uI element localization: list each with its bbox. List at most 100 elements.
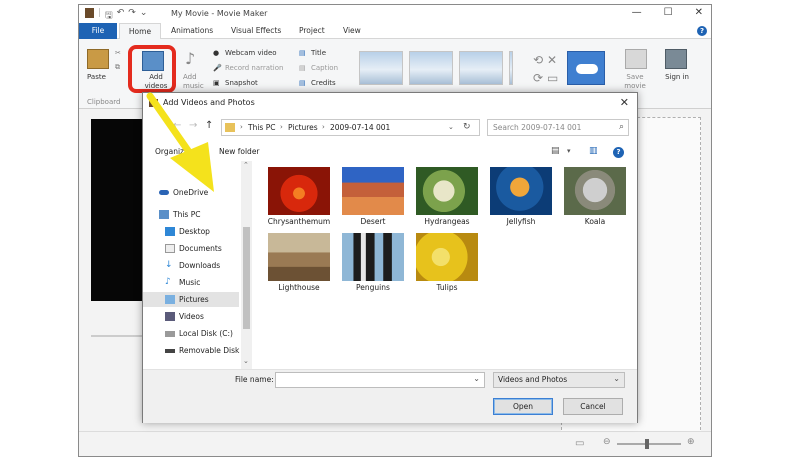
add-music-button[interactable]: Add music <box>183 73 204 91</box>
removable-disk-icon <box>165 349 175 353</box>
minimize-icon[interactable]: — <box>632 7 642 18</box>
file-item-penguins[interactable]: Penguins <box>339 227 407 292</box>
scrollbar-thumb[interactable] <box>243 227 250 329</box>
credits-icon[interactable]: ▤ <box>299 79 306 87</box>
dialog-help-icon[interactable]: ? <box>613 147 624 158</box>
scroll-up-icon[interactable]: ⌃ <box>243 161 249 169</box>
select-all-icon[interactable]: ▭ <box>547 71 558 85</box>
onedrive-share-icon[interactable] <box>567 51 605 85</box>
new-folder-button[interactable]: New folder <box>219 147 260 156</box>
nav-item-desktop[interactable]: Desktop <box>143 224 239 239</box>
cut-icon[interactable]: ✂ <box>115 49 121 57</box>
storyboard-view-icon[interactable]: ▭ <box>575 438 584 449</box>
music-note-icon[interactable]: ♪ <box>185 49 195 68</box>
caption-icon[interactable]: ▤ <box>299 64 306 72</box>
file-item-chrysanthemum[interactable]: Chrysanthemum <box>265 161 333 226</box>
microphone-icon[interactable]: 🎤 <box>213 64 222 72</box>
view-options-icon[interactable]: ▤ <box>551 146 560 156</box>
sign-in-icon[interactable] <box>665 49 687 69</box>
forward-icon[interactable]: → <box>189 120 197 131</box>
file-item-tulips[interactable]: Tulips <box>413 227 481 292</box>
file-type-dropdown-icon[interactable]: ⌄ <box>613 374 620 383</box>
file-item-hydrangeas[interactable]: Hydrangeas <box>413 161 481 226</box>
file-item-lighthouse[interactable]: Lighthouse <box>265 227 333 292</box>
zoom-out-icon[interactable]: ⊖ <box>603 437 611 447</box>
tab-project[interactable]: Project <box>299 26 325 35</box>
dialog-close-icon[interactable]: ✕ <box>620 96 629 109</box>
redo-icon[interactable]: ↷ <box>128 8 136 24</box>
preview-pane-icon[interactable]: ▥ <box>589 146 598 156</box>
nav-item-onedrive[interactable]: OneDrive <box>143 185 239 200</box>
nav-item-music[interactable]: ♪ Music <box>143 275 239 290</box>
snapshot-icon[interactable]: ▣ <box>213 79 220 87</box>
paste-icon[interactable] <box>87 49 109 69</box>
refresh-icon[interactable]: ↻ <box>463 122 471 132</box>
zoom-slider-thumb[interactable] <box>645 439 649 449</box>
nav-item-local-disk[interactable]: Local Disk (C:) <box>143 326 239 341</box>
caption-button[interactable]: Caption <box>311 64 338 72</box>
webcam-video-button[interactable]: Webcam video <box>225 49 277 57</box>
file-item-koala[interactable]: Koala <box>561 161 629 226</box>
close-icon[interactable]: ✕ <box>695 7 703 18</box>
file-type-select[interactable]: Videos and Photos ⌄ <box>493 372 625 388</box>
maximize-icon[interactable]: ☐ <box>664 7 673 18</box>
sign-in-button[interactable]: Sign in <box>665 73 689 82</box>
organize-button[interactable]: Organize <box>155 147 189 156</box>
tab-home[interactable]: Home <box>119 23 161 40</box>
breadcrumb-this-pc[interactable]: This PC <box>248 123 275 132</box>
tab-file[interactable]: File <box>79 23 117 39</box>
breadcrumb-folder[interactable]: 2009-07-14 001 <box>330 123 390 132</box>
address-bar[interactable]: › This PC › Pictures › 2009-07-14 001 ⌄ … <box>221 119 480 136</box>
automovie-theme-1[interactable] <box>359 51 403 85</box>
navigation-scrollbar[interactable]: ⌃ ⌄ <box>241 161 252 369</box>
snapshot-button[interactable]: Snapshot <box>225 79 258 87</box>
file-item-desert[interactable]: Desert <box>339 161 407 226</box>
separator: | <box>98 8 102 18</box>
cancel-button[interactable]: Cancel <box>563 398 623 415</box>
view-dropdown-icon[interactable]: ▾ <box>567 147 571 155</box>
save-movie-icon[interactable] <box>625 49 647 69</box>
customize-icon[interactable]: ⌄ <box>140 8 148 24</box>
file-item-jellyfish[interactable]: Jellyfish <box>487 161 555 226</box>
nav-item-pictures[interactable]: Pictures <box>143 292 239 307</box>
search-icon[interactable]: ⌕ <box>619 122 624 132</box>
tab-visual-effects[interactable]: Visual Effects <box>231 26 281 35</box>
command-bar: Organize ▾ New folder ▤ ▾ ▥ ? <box>143 143 637 161</box>
scroll-down-icon[interactable]: ⌄ <box>243 357 249 365</box>
zoom-slider[interactable] <box>617 443 681 445</box>
credits-button[interactable]: Credits <box>311 79 336 87</box>
rotate-right-icon[interactable]: ⟳ <box>533 71 543 85</box>
save-movie-button[interactable]: Save movie <box>621 73 649 91</box>
zoom-in-icon[interactable]: ⊕ <box>687 437 695 447</box>
title-icon[interactable]: ▤ <box>299 49 306 57</box>
nav-item-downloads[interactable]: ↓ Downloads <box>143 258 239 273</box>
nav-item-removable-disk[interactable]: Removable Disk <box>143 343 239 358</box>
paste-label[interactable]: Paste <box>87 73 106 81</box>
save-icon[interactable]: 🖫 <box>105 8 113 24</box>
automovie-theme-2[interactable] <box>409 51 453 85</box>
remove-icon[interactable]: ✕ <box>547 53 557 67</box>
automovie-theme-3[interactable] <box>459 51 503 85</box>
automovie-theme-more[interactable] <box>509 51 513 85</box>
record-narration-button[interactable]: Record narration <box>225 64 283 72</box>
back-icon[interactable]: ← <box>173 120 181 131</box>
nav-item-this-pc[interactable]: This PC <box>143 207 239 222</box>
file-name-input[interactable]: ⌄ <box>275 372 485 388</box>
breadcrumb-pictures[interactable]: Pictures <box>288 123 318 132</box>
title-button[interactable]: Title <box>311 49 326 57</box>
address-dropdown-icon[interactable]: ⌄ <box>448 123 454 131</box>
file-name-dropdown-icon[interactable]: ⌄ <box>473 374 480 383</box>
open-button[interactable]: Open <box>493 398 553 415</box>
search-box[interactable]: Search 2009-07-14 001 ⌕ <box>487 119 629 136</box>
nav-item-documents[interactable]: Documents <box>143 241 239 256</box>
rotate-left-icon[interactable]: ⟲ <box>533 53 543 67</box>
copy-icon[interactable]: ⧉ <box>115 63 120 72</box>
tab-view[interactable]: View <box>343 26 361 35</box>
organize-dropdown-icon[interactable]: ▾ <box>189 147 193 155</box>
undo-icon[interactable]: ↶ <box>117 8 125 24</box>
up-icon[interactable]: ↑ <box>205 120 213 131</box>
webcam-icon[interactable]: ● <box>213 49 219 57</box>
nav-item-videos[interactable]: Videos <box>143 309 239 324</box>
help-icon[interactable]: ? <box>697 26 707 36</box>
tab-animations[interactable]: Animations <box>171 26 213 35</box>
